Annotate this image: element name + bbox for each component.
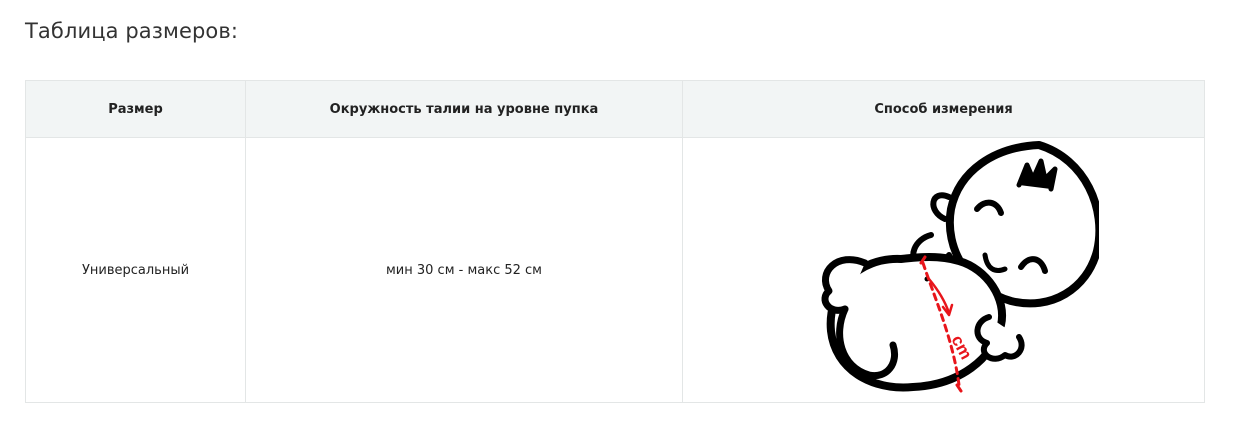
table-header-row: Размер Окружность талии на уровне пупка … — [25, 80, 1205, 138]
header-method: Способ измерения — [682, 80, 1205, 138]
table-row: Универсальный мин 30 см - макс 52 см cm — [25, 137, 1205, 403]
size-value: Универсальный — [25, 137, 246, 403]
baby-waist-measurement-illustration: cm — [821, 141, 1099, 393]
size-table: Размер Окружность талии на уровне пупка … — [25, 80, 1205, 403]
header-size: Размер — [25, 80, 246, 138]
waist-value: мин 30 см - макс 52 см — [245, 137, 683, 403]
measurement-method-cell: cm — [682, 137, 1205, 403]
header-waist: Окружность талии на уровне пупка — [245, 80, 683, 138]
page-title: Таблица размеров: — [25, 19, 239, 43]
